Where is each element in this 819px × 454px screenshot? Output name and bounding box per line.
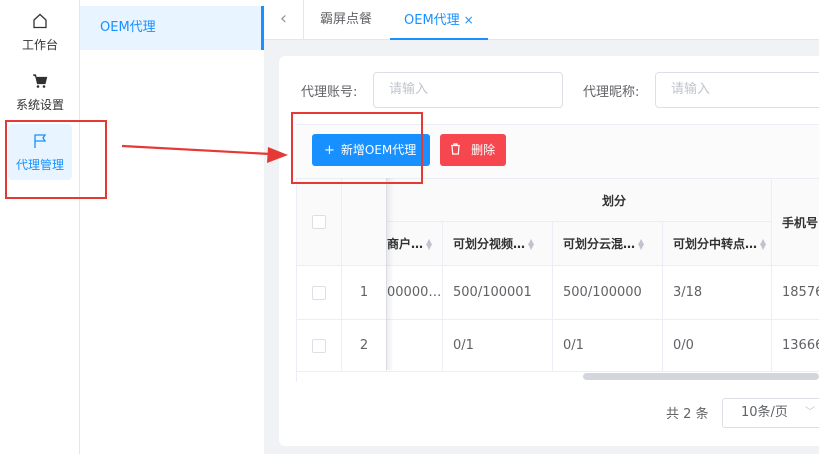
sort-icon[interactable]: ▲ ▼ bbox=[528, 237, 534, 250]
page-size-value: 10条/页 bbox=[741, 405, 788, 420]
column-header-label: 可划分视频… bbox=[453, 237, 526, 251]
trash-icon bbox=[450, 143, 465, 158]
fixed-column-shadow bbox=[386, 178, 394, 370]
group-header: 划分 bbox=[387, 179, 772, 222]
sidebar-item-system-settings[interactable]: 系统设置 bbox=[8, 64, 72, 120]
annotation-box-add-button bbox=[291, 112, 423, 184]
group-header-label: 划分 bbox=[601, 193, 626, 208]
phone-header: 手机号 bbox=[772, 179, 819, 266]
annotation-box-sidebar bbox=[5, 120, 107, 199]
column-header-label: 可划分中转点… bbox=[673, 237, 758, 251]
column-header[interactable]: 商户… ▲ ▼ bbox=[387, 222, 443, 266]
app-root: 工作台 系统设置 代理管理 OEM代理 ‹ 霸屏点餐 OEM代理 × 代理账号: bbox=[0, 0, 819, 454]
account-label: 代理账号: bbox=[301, 85, 358, 100]
row-index: 2 bbox=[342, 320, 387, 372]
sidebar-item-label: 工作台 bbox=[21, 38, 58, 52]
button-label: 删除 bbox=[471, 143, 496, 157]
home-icon bbox=[8, 12, 72, 34]
horizontal-scrollbar[interactable] bbox=[583, 373, 819, 380]
tab-oem-agent[interactable]: OEM代理 × bbox=[390, 0, 488, 40]
table-cell: 0/0 bbox=[663, 320, 772, 372]
tab-label: OEM代理 bbox=[404, 13, 460, 28]
agents-table: 划分 手机号 商户… ▲ ▼ 可划分视频… ▲ ▼ 可划分云混… ▲ ▼ 可划分中转点… ▲ ▼… bbox=[296, 178, 819, 382]
column-header-label: 可划分云混… bbox=[563, 237, 636, 251]
sidebar-item-label: 系统设置 bbox=[15, 98, 64, 112]
row-checkbox[interactable] bbox=[312, 285, 326, 300]
nickname-input[interactable]: 请输入 bbox=[655, 72, 819, 108]
close-icon[interactable]: × bbox=[464, 13, 474, 27]
annotation-arrow bbox=[121, 144, 288, 163]
sort-icon[interactable]: ▲ ▼ bbox=[760, 237, 766, 250]
row-index: 1 bbox=[342, 266, 387, 320]
sidebar: 工作台 系统设置 代理管理 bbox=[0, 0, 80, 454]
table-cell: 3/18 bbox=[663, 266, 772, 320]
tabs-bar: ‹ 霸屏点餐 OEM代理 × bbox=[264, 0, 819, 40]
table-cell: 500/100000 bbox=[553, 266, 663, 320]
row-checkbox[interactable] bbox=[312, 338, 326, 353]
nickname-label: 代理昵称: bbox=[583, 85, 640, 100]
chevron-left-icon[interactable]: ‹ bbox=[264, 0, 304, 40]
phone-header-label: 手机号 bbox=[782, 215, 819, 230]
sidebar-item-workbench[interactable]: 工作台 bbox=[8, 4, 72, 60]
select-all-checkbox[interactable] bbox=[312, 215, 326, 229]
tab-screen-ordering[interactable]: 霸屏点餐 bbox=[320, 0, 372, 40]
phone-cell: 13666 bbox=[772, 320, 819, 372]
table-cell: 00000… bbox=[387, 266, 443, 320]
sort-icon[interactable]: ▲ ▼ bbox=[638, 237, 644, 250]
submenu-item-oem-agent[interactable]: OEM代理 bbox=[80, 6, 264, 50]
table-cell: 0/1 bbox=[443, 320, 553, 372]
account-input[interactable]: 请输入 bbox=[373, 72, 563, 108]
table-cell: 500/100001 bbox=[443, 266, 553, 320]
column-header[interactable]: 可划分中转点… ▲ ▼ bbox=[663, 222, 772, 266]
table-row[interactable] bbox=[297, 320, 342, 372]
pagination-total: 共 2 条 bbox=[666, 407, 709, 422]
table-row[interactable] bbox=[297, 266, 342, 320]
submenu: OEM代理 bbox=[80, 0, 264, 454]
table-cell bbox=[387, 320, 443, 372]
tab-label: 霸屏点餐 bbox=[320, 12, 373, 27]
sort-icon[interactable]: ▲ ▼ bbox=[426, 237, 432, 250]
index-header bbox=[342, 179, 387, 266]
chevron-down-icon: ﹀ bbox=[805, 407, 815, 418]
column-header[interactable]: 可划分视频… ▲ ▼ bbox=[443, 222, 553, 266]
select-all-checkbox-cell bbox=[297, 179, 342, 266]
phone-cell: 18576 bbox=[772, 266, 819, 320]
delete-button[interactable]: 删除 bbox=[440, 134, 506, 166]
column-header[interactable]: 可划分云混… ▲ ▼ bbox=[553, 222, 663, 266]
cart-icon bbox=[8, 72, 72, 94]
page-size-select[interactable]: 10条/页 ﹀ bbox=[722, 398, 819, 428]
table-cell: 0/1 bbox=[553, 320, 663, 372]
